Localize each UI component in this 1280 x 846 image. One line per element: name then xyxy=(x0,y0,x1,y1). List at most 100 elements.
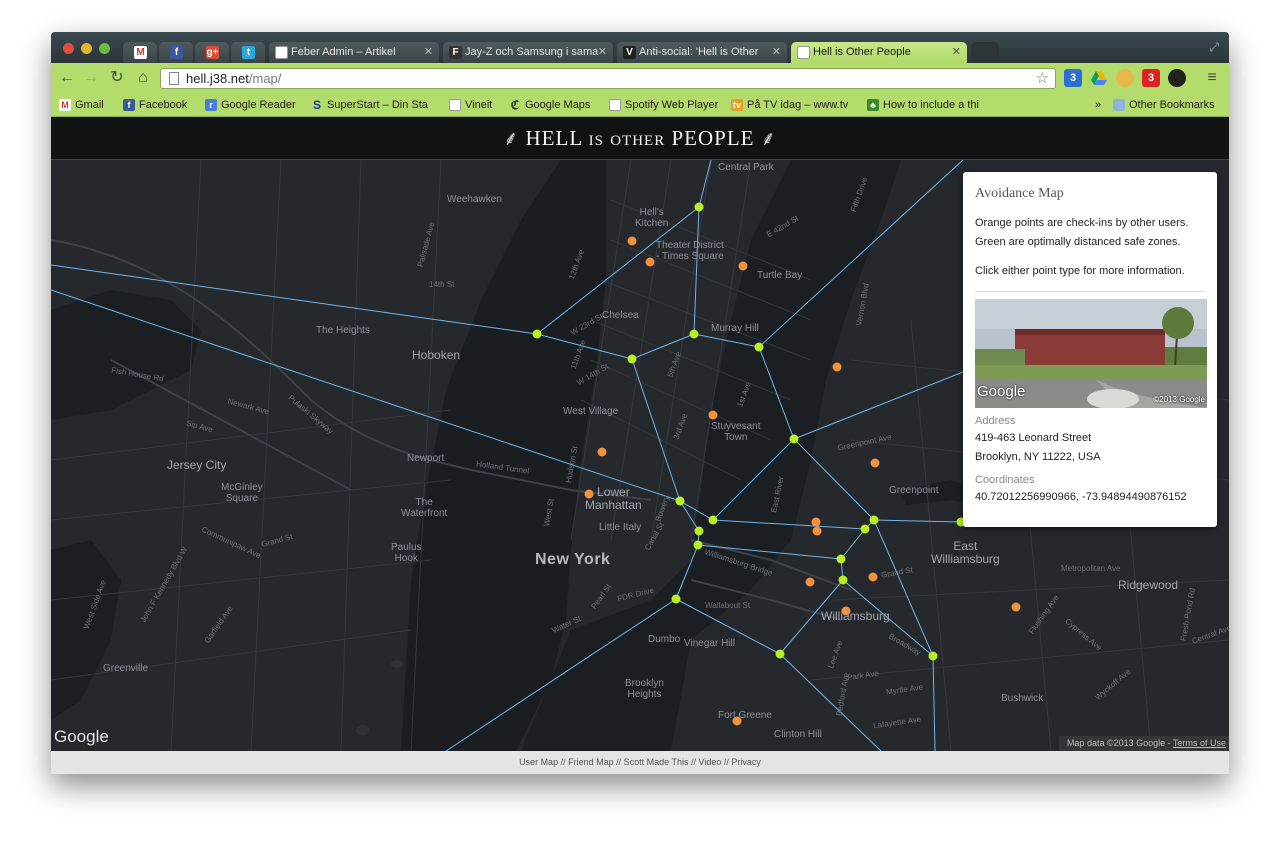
tab-gmail[interactable]: M xyxy=(123,42,157,63)
tab-jay-z[interactable]: F Jay-Z och Samsung i sama ✕ xyxy=(443,42,613,63)
safe-zone-point[interactable] xyxy=(928,651,938,661)
map-label-stuyvesant-town: Stuyvesant Town xyxy=(711,421,760,443)
streetview-image[interactable]: Google ©2013 Google xyxy=(975,299,1207,408)
drive-icon[interactable] xyxy=(1090,69,1108,87)
checkin-point[interactable] xyxy=(708,410,718,420)
bookmark-vineit[interactable]: Vineit xyxy=(449,97,497,113)
safe-zone-point[interactable] xyxy=(869,515,879,525)
safe-zone-point[interactable] xyxy=(532,329,542,339)
safe-zone-point[interactable] xyxy=(671,594,681,604)
checkin-point[interactable] xyxy=(812,526,822,536)
page-icon xyxy=(169,72,179,85)
map-label-paulus-hook: Paulus Hook xyxy=(391,542,422,564)
map-label-new-york: New York xyxy=(535,551,611,568)
tab-anti-social[interactable]: V Anti-social: 'Hell is Other ✕ xyxy=(617,42,787,63)
checkin-point[interactable] xyxy=(597,447,607,457)
new-tab-button[interactable] xyxy=(971,42,999,63)
tab-facebook[interactable]: f xyxy=(159,42,193,63)
label-text: Hell's Kitchen xyxy=(635,207,669,229)
bookmark-gmail[interactable]: M Gmail xyxy=(59,97,119,113)
safe-zone-point[interactable] xyxy=(694,526,704,536)
safe-zone-point[interactable] xyxy=(693,540,703,550)
bookmark-star-icon[interactable]: ☆ xyxy=(1036,69,1049,88)
bookmark-label: Google Reader xyxy=(221,99,296,111)
map-canvas[interactable]: New York Hoboken Jersey City Lower Manha… xyxy=(51,160,1229,751)
close-tab-icon[interactable]: ✕ xyxy=(598,42,607,63)
panel-text-orange: Orange points are check-ins by other use… xyxy=(975,217,1189,229)
checkin-point[interactable] xyxy=(738,261,748,271)
checkin-point[interactable] xyxy=(870,458,880,468)
address-label: Address xyxy=(975,415,1016,427)
checkin-point[interactable] xyxy=(832,362,842,372)
ghost-icon[interactable] xyxy=(1168,69,1186,87)
fullscreen-icon[interactable]: ⤢ xyxy=(1209,40,1219,55)
footer-link-privacy[interactable]: Privacy xyxy=(731,757,761,767)
footer-link-scott-made-this[interactable]: Scott Made This xyxy=(624,757,689,767)
bookmark-google-reader[interactable]: r Google Reader xyxy=(205,97,301,113)
site-title[interactable]: ⸙ HELL IS OTHER PEOPLE ⸙ xyxy=(51,117,1229,163)
terms-of-use-link[interactable]: Terms of Use xyxy=(1173,738,1226,748)
safe-zone-point[interactable] xyxy=(838,575,848,585)
close-tab-icon[interactable]: ✕ xyxy=(772,42,781,63)
coordinates-value: 40.72012256990966, -73.94894490876152 xyxy=(975,491,1187,503)
label-text: Paulus Hook xyxy=(391,542,422,564)
other-bookmarks[interactable]: Other Bookmarks xyxy=(1113,97,1225,113)
bookmark-pa-tv-idag[interactable]: tv På TV idag – www.tv xyxy=(731,97,849,113)
checkin-point[interactable] xyxy=(805,577,815,587)
flourish-right-icon: ⸙ xyxy=(760,128,777,150)
page-icon xyxy=(797,46,810,59)
safe-zone-point[interactable] xyxy=(789,434,799,444)
url-host: hell.j38.net xyxy=(186,71,249,86)
tab-google-plus[interactable]: g+ xyxy=(195,42,229,63)
site-footer: User Map // Friend Map // Scott Made Thi… xyxy=(51,751,1229,774)
google-plus-icon: g+ xyxy=(206,46,219,59)
bookmark-facebook[interactable]: f Facebook xyxy=(123,97,199,113)
forward-icon[interactable]: → xyxy=(81,68,101,88)
bookmark-google-maps[interactable]: ℭ Google Maps xyxy=(509,97,595,113)
mail-checker-icon[interactable]: 3 xyxy=(1142,69,1160,87)
zoom-window-button[interactable] xyxy=(99,43,110,54)
safe-zone-point[interactable] xyxy=(694,202,704,212)
google-logo[interactable]: Google xyxy=(54,727,109,747)
footer-link-video[interactable]: Video xyxy=(699,757,722,767)
checkin-point[interactable] xyxy=(1011,602,1021,612)
checkin-point[interactable] xyxy=(868,572,878,582)
bookmarks-overflow-button[interactable]: » xyxy=(1093,97,1107,113)
reload-icon[interactable]: ↻ xyxy=(107,68,127,88)
calendar-icon[interactable]: 3 xyxy=(1064,69,1082,87)
face-icon[interactable] xyxy=(1116,69,1134,87)
close-window-button[interactable] xyxy=(63,43,74,54)
map-label-ridgewood: Ridgewood xyxy=(1118,578,1179,592)
home-icon[interactable]: ⌂ xyxy=(133,68,153,88)
menu-icon[interactable]: ≡ xyxy=(1202,68,1222,88)
safe-zone-point[interactable] xyxy=(836,554,846,564)
back-icon[interactable]: ← xyxy=(57,68,77,88)
map-label-dumbo: Dumbo xyxy=(648,634,681,645)
safe-zone-point[interactable] xyxy=(627,354,637,364)
tab-twitter[interactable]: t xyxy=(231,42,265,63)
close-tab-icon[interactable]: ✕ xyxy=(952,42,961,63)
tab-feber-admin[interactable]: Feber Admin – Artikel ✕ xyxy=(269,42,439,63)
safe-zone-point[interactable] xyxy=(860,524,870,534)
checkin-point[interactable] xyxy=(645,257,655,267)
bookmark-superstart[interactable]: S SuperStart – Din Sta xyxy=(311,97,435,113)
safe-zone-point[interactable] xyxy=(675,496,685,506)
footer-link-friend-map[interactable]: Friend Map xyxy=(568,757,614,767)
safe-zone-point[interactable] xyxy=(775,649,785,659)
safe-zone-point[interactable] xyxy=(708,515,718,525)
safe-zone-point[interactable] xyxy=(754,342,764,352)
address-bar[interactable]: hell.j38.net/map/ ☆ xyxy=(160,68,1056,89)
safe-zone-point[interactable] xyxy=(689,329,699,339)
footer-link-user-map[interactable]: User Map xyxy=(519,757,558,767)
checkin-point[interactable] xyxy=(627,236,637,246)
minimize-window-button[interactable] xyxy=(81,43,92,54)
bookmark-how-to-include[interactable]: ♣ How to include a thi xyxy=(867,97,989,113)
tab-hell-is-other-people[interactable]: Hell is Other People ✕ xyxy=(791,42,967,63)
map-label-mcginley-square: McGinley Square xyxy=(221,482,263,504)
streetview-google-logo: Google xyxy=(977,383,1026,400)
close-tab-icon[interactable]: ✕ xyxy=(424,42,433,63)
bookmark-label: How to include a thi xyxy=(883,99,979,111)
checkin-point[interactable] xyxy=(811,517,821,527)
page-icon xyxy=(449,99,461,111)
bookmark-spotify[interactable]: Spotify Web Player xyxy=(609,97,721,113)
